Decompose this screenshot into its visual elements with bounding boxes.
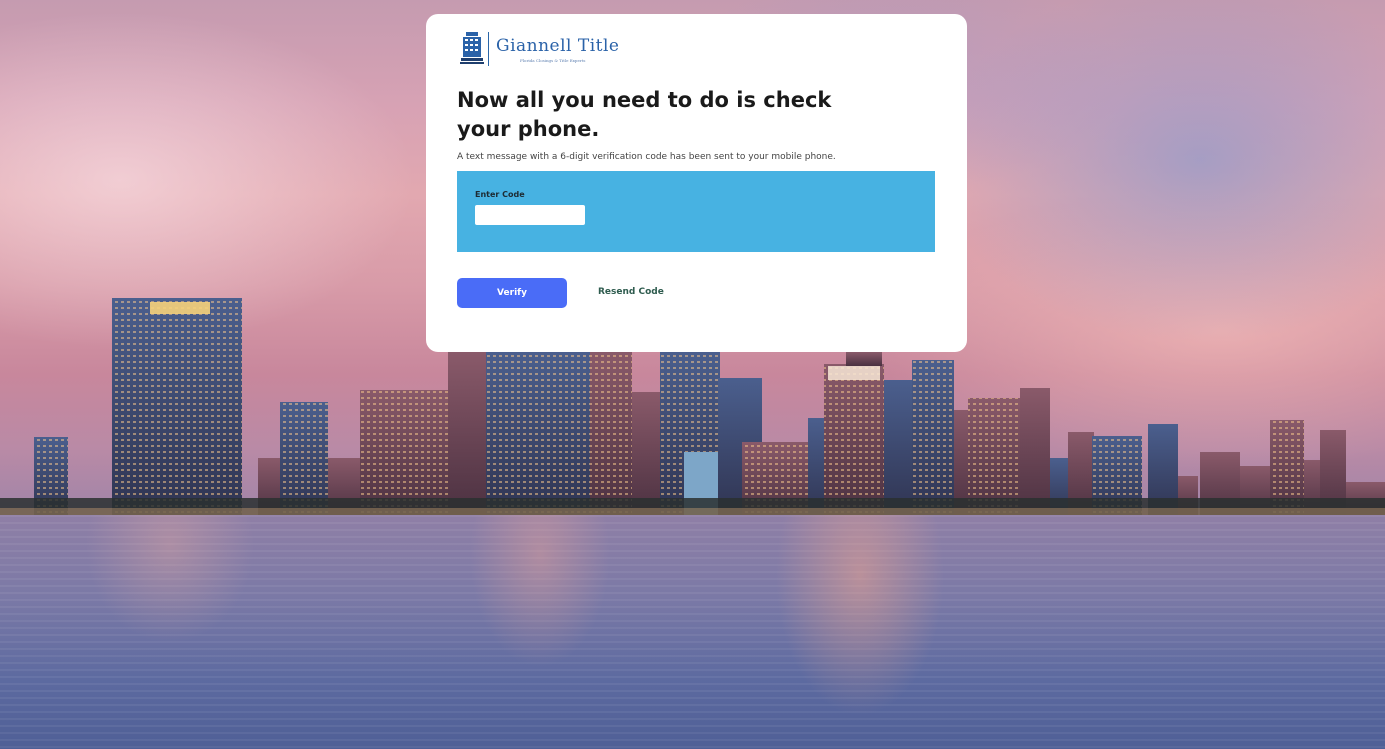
verification-card: Giannell Title Florida Closings & Title …: [426, 14, 967, 352]
verify-button[interactable]: Verify: [457, 278, 567, 308]
instruction-text: A text message with a 6-digit verificati…: [457, 152, 836, 162]
water-reflection: [0, 515, 1385, 749]
code-label: Enter Code: [475, 190, 525, 199]
building-icon: [460, 32, 484, 64]
login-page: Giannell Title Florida Closings & Title …: [0, 0, 1385, 749]
code-input[interactable]: [475, 205, 585, 225]
logo-divider: [488, 32, 489, 66]
code-entry-panel: Enter Code: [457, 171, 935, 252]
resend-code-link[interactable]: Resend Code: [598, 287, 664, 297]
brand-logo: Giannell Title Florida Closings & Title …: [460, 30, 660, 70]
brand-tagline: Florida Closings & Title Experts: [520, 58, 586, 63]
page-title: Now all you need to do is check your pho…: [457, 88, 832, 141]
brand-name: Giannell Title: [496, 36, 620, 56]
